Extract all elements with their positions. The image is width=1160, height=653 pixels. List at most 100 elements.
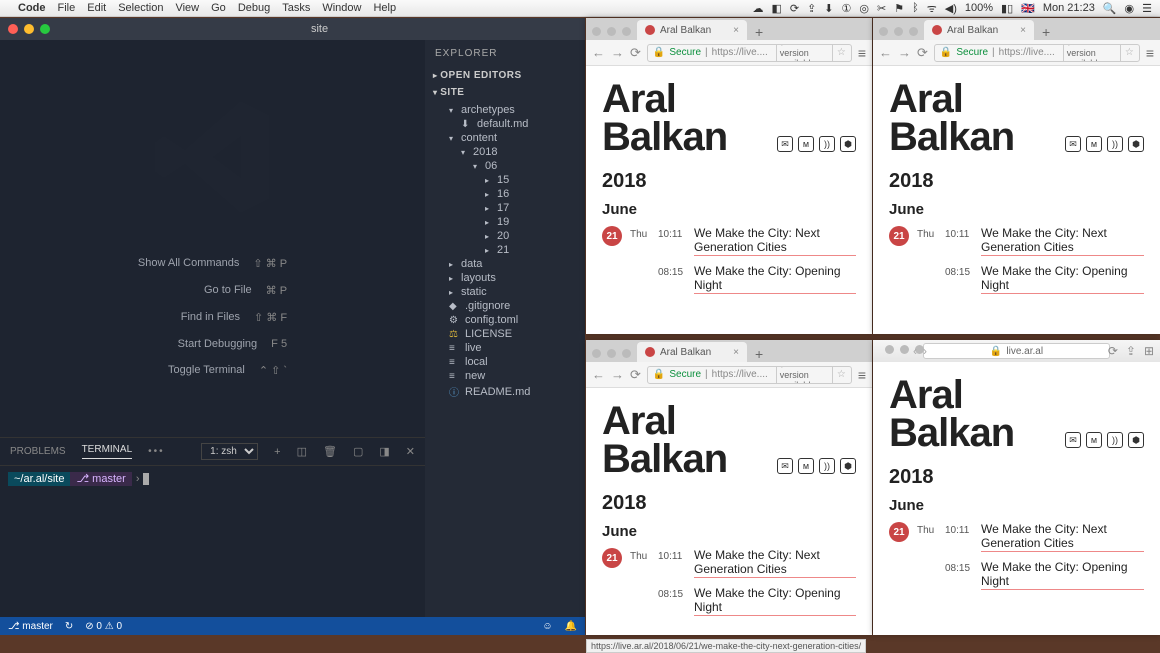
browser-tab[interactable]: Aral Balkan × bbox=[924, 20, 1034, 40]
mail-icon[interactable]: ✉ bbox=[777, 136, 793, 152]
mastodon-icon[interactable]: ᴍ bbox=[1086, 432, 1102, 448]
minimize-icon[interactable] bbox=[900, 345, 909, 354]
bookmark-icon[interactable]: ☆ bbox=[837, 47, 846, 58]
close-panel-icon[interactable]: ✕ bbox=[406, 445, 415, 458]
menubar-icon[interactable]: ⟳ bbox=[790, 2, 799, 15]
status-face-icon[interactable]: ☺ bbox=[542, 621, 552, 632]
close-icon[interactable] bbox=[8, 24, 18, 34]
back-icon[interactable]: ← bbox=[592, 45, 605, 60]
folder-20[interactable]: ▸20 bbox=[425, 229, 585, 243]
terminal-body[interactable]: ~/ar.al/site⎇ master› bbox=[0, 466, 425, 491]
new-tab-icon[interactable]: + bbox=[1034, 24, 1058, 40]
menubar-icon[interactable]: ✂ bbox=[877, 2, 886, 15]
wifi-icon[interactable]: ᯤ bbox=[927, 1, 937, 16]
address-bar[interactable]: 🔒 Secure | https://live.... ⇄ P2P versio… bbox=[647, 366, 852, 384]
reload-icon[interactable]: ⟳ bbox=[917, 45, 928, 61]
file-config[interactable]: ⚙config.toml bbox=[425, 313, 585, 327]
menubar-icon[interactable]: ① bbox=[842, 2, 852, 15]
volume-icon[interactable]: ◀) bbox=[945, 2, 957, 15]
folder-2018[interactable]: ▾2018 bbox=[425, 145, 585, 159]
post-title-link[interactable]: We Make the City: Next Generation Cities bbox=[694, 226, 856, 256]
trash-icon[interactable]: 🗑 bbox=[323, 445, 337, 458]
tab-terminal[interactable]: TERMINAL bbox=[82, 444, 133, 459]
zoom-icon[interactable] bbox=[40, 24, 50, 34]
project-section[interactable]: SITE bbox=[425, 84, 585, 101]
menubar-icon[interactable]: ⇪ bbox=[807, 2, 816, 15]
menu-go[interactable]: Go bbox=[211, 2, 226, 14]
menu-selection[interactable]: Selection bbox=[118, 2, 163, 14]
close-tab-icon[interactable]: × bbox=[733, 347, 739, 358]
menu-tasks[interactable]: Tasks bbox=[282, 2, 310, 14]
folder-19[interactable]: ▸19 bbox=[425, 215, 585, 229]
menubar-icon[interactable]: ◧ bbox=[771, 2, 781, 15]
dat-icon[interactable]: ⬢ bbox=[840, 136, 856, 152]
battery-icon[interactable]: ▮▯ bbox=[1001, 2, 1013, 15]
forward-icon[interactable]: → bbox=[898, 45, 911, 60]
folder-06[interactable]: ▾06 bbox=[425, 159, 585, 173]
menubar-icon[interactable]: ☁ bbox=[752, 2, 763, 15]
minimize-icon[interactable] bbox=[607, 27, 616, 36]
search-icon[interactable]: 🔍 bbox=[1103, 2, 1117, 15]
menu-edit[interactable]: Edit bbox=[87, 2, 106, 14]
folder-17[interactable]: ▸17 bbox=[425, 201, 585, 215]
menubar-icon[interactable]: ⚑ bbox=[894, 2, 904, 15]
folder-21[interactable]: ▸21 bbox=[425, 243, 585, 257]
mail-icon[interactable]: ✉ bbox=[777, 458, 793, 474]
new-tab-icon[interactable]: + bbox=[747, 346, 771, 362]
file-license[interactable]: ⚖LICENSE bbox=[425, 327, 585, 341]
input-flag[interactable]: 🇬🇧 bbox=[1021, 2, 1035, 15]
p2p-badge[interactable]: ⇄ P2P version available bbox=[776, 44, 833, 62]
open-editors-section[interactable]: OPEN EDITORS bbox=[425, 67, 585, 84]
close-icon[interactable] bbox=[592, 27, 601, 36]
status-sync[interactable]: ↻ bbox=[65, 621, 73, 632]
p2p-badge[interactable]: ⇄ P2P version available bbox=[1063, 44, 1121, 62]
address-bar[interactable]: 🔒live.ar.al bbox=[923, 343, 1110, 359]
folder-archetypes[interactable]: ▾archetypes bbox=[425, 103, 585, 117]
split-icon[interactable]: ◫ bbox=[297, 445, 307, 458]
file-default-md[interactable]: ⬇default.md bbox=[425, 117, 585, 131]
bookmark-icon[interactable]: ☆ bbox=[1125, 47, 1134, 58]
status-bell-icon[interactable]: 🔔 bbox=[565, 621, 577, 632]
rss-icon[interactable]: )) bbox=[1107, 432, 1123, 448]
mail-icon[interactable]: ✉ bbox=[1065, 136, 1081, 152]
menu-window[interactable]: Window bbox=[322, 2, 361, 14]
zoom-icon[interactable] bbox=[622, 349, 631, 358]
folder-15[interactable]: ▸15 bbox=[425, 173, 585, 187]
file-readme[interactable]: ⓘREADME.md bbox=[425, 383, 585, 400]
share-icon[interactable]: ⇪ bbox=[1126, 344, 1136, 358]
browser-tab[interactable]: Aral Balkan × bbox=[637, 20, 747, 40]
back-icon[interactable]: ← bbox=[879, 45, 892, 60]
close-tab-icon[interactable]: × bbox=[1020, 25, 1026, 36]
reload-icon[interactable]: ⟳ bbox=[630, 367, 641, 383]
status-errors[interactable]: ⊘ 0 ⚠ 0 bbox=[85, 621, 122, 632]
folder-layouts[interactable]: ▸layouts bbox=[425, 271, 585, 285]
p2p-badge[interactable]: ⇄ P2P version available bbox=[776, 366, 833, 384]
folder-data[interactable]: ▸data bbox=[425, 257, 585, 271]
close-icon[interactable] bbox=[592, 349, 601, 358]
reload-icon[interactable]: ⟳ bbox=[1108, 344, 1118, 358]
bookmark-icon[interactable]: ☆ bbox=[837, 369, 846, 380]
minimize-icon[interactable] bbox=[24, 24, 34, 34]
folder-static[interactable]: ▸static bbox=[425, 285, 585, 299]
minimize-icon[interactable] bbox=[607, 349, 616, 358]
folder-content[interactable]: ▾content bbox=[425, 131, 585, 145]
new-terminal-icon[interactable]: + bbox=[274, 446, 280, 458]
siri-icon[interactable]: ◉ bbox=[1125, 2, 1135, 15]
status-branch[interactable]: ⎇ master bbox=[8, 621, 53, 632]
file-live[interactable]: ≡live bbox=[425, 341, 585, 355]
post-title-link[interactable]: We Make the City: Opening Night bbox=[694, 586, 856, 616]
zoom-icon[interactable] bbox=[909, 27, 918, 36]
dat-icon[interactable]: ⬢ bbox=[840, 458, 856, 474]
file-gitignore[interactable]: ◆.gitignore bbox=[425, 299, 585, 313]
post-title-link[interactable]: We Make the City: Next Generation Cities bbox=[981, 226, 1144, 256]
post-title-link[interactable]: We Make the City: Next Generation Cities bbox=[981, 522, 1144, 552]
menu-view[interactable]: View bbox=[175, 2, 199, 14]
menu-icon[interactable]: ≡ bbox=[1146, 45, 1154, 61]
reload-icon[interactable]: ⟳ bbox=[630, 45, 641, 61]
menu-debug[interactable]: Debug bbox=[238, 2, 270, 14]
rss-icon[interactable]: )) bbox=[819, 136, 835, 152]
rss-icon[interactable]: )) bbox=[819, 458, 835, 474]
app-name[interactable]: Code bbox=[18, 2, 46, 14]
address-bar[interactable]: 🔒 Secure | https://live.... ⇄ P2P versio… bbox=[934, 44, 1140, 62]
close-icon[interactable] bbox=[885, 345, 894, 354]
